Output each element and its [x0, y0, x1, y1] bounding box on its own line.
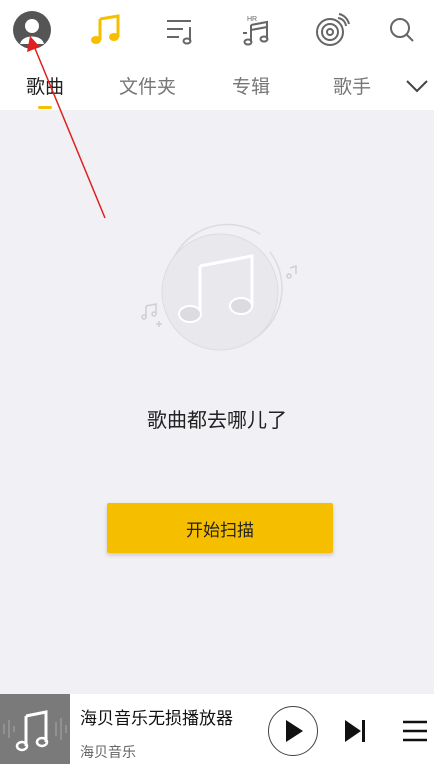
annotation-arrow — [27, 36, 106, 219]
album-cover[interactable] — [0, 694, 70, 764]
start-scan-button[interactable]: 开始扫描 — [107, 503, 333, 553]
category-tabs: 歌曲 文件夹 专辑 歌手 — [0, 60, 434, 110]
music-note-icon[interactable] — [86, 10, 126, 50]
hr-badge: HR — [247, 16, 257, 23]
tab-albums[interactable]: 专辑 — [232, 72, 270, 99]
tab-songs[interactable]: 歌曲 — [26, 72, 64, 99]
now-playing-title: 海贝音乐无损播放器 — [80, 709, 233, 729]
play-icon — [286, 720, 303, 742]
vinyl-radio-icon[interactable] — [312, 10, 352, 50]
avatar-icon[interactable] — [12, 10, 52, 50]
top-navigation-bar: HR — [0, 0, 434, 60]
tab-folders[interactable]: 文件夹 — [119, 72, 176, 99]
playlist-queue-button[interactable] — [400, 716, 430, 746]
search-icon[interactable] — [382, 10, 422, 50]
playlist-icon[interactable] — [160, 10, 200, 50]
now-playing-artist: 海贝音乐 — [80, 745, 136, 761]
skip-next-icon — [345, 720, 365, 742]
mini-player-bar[interactable]: 海贝音乐无损播放器 海贝音乐 — [0, 694, 434, 764]
active-tab-indicator — [38, 106, 52, 109]
empty-state-message: 歌曲都去哪儿了 — [147, 408, 287, 432]
next-track-button[interactable] — [340, 716, 370, 746]
empty-music-illustration-icon — [140, 222, 300, 362]
hr-music-icon[interactable]: HR — [236, 10, 276, 50]
tab-artists[interactable]: 歌手 — [333, 72, 371, 99]
play-button[interactable] — [268, 706, 318, 756]
menu-list-icon — [403, 720, 427, 742]
chevron-down-icon[interactable] — [404, 72, 430, 98]
